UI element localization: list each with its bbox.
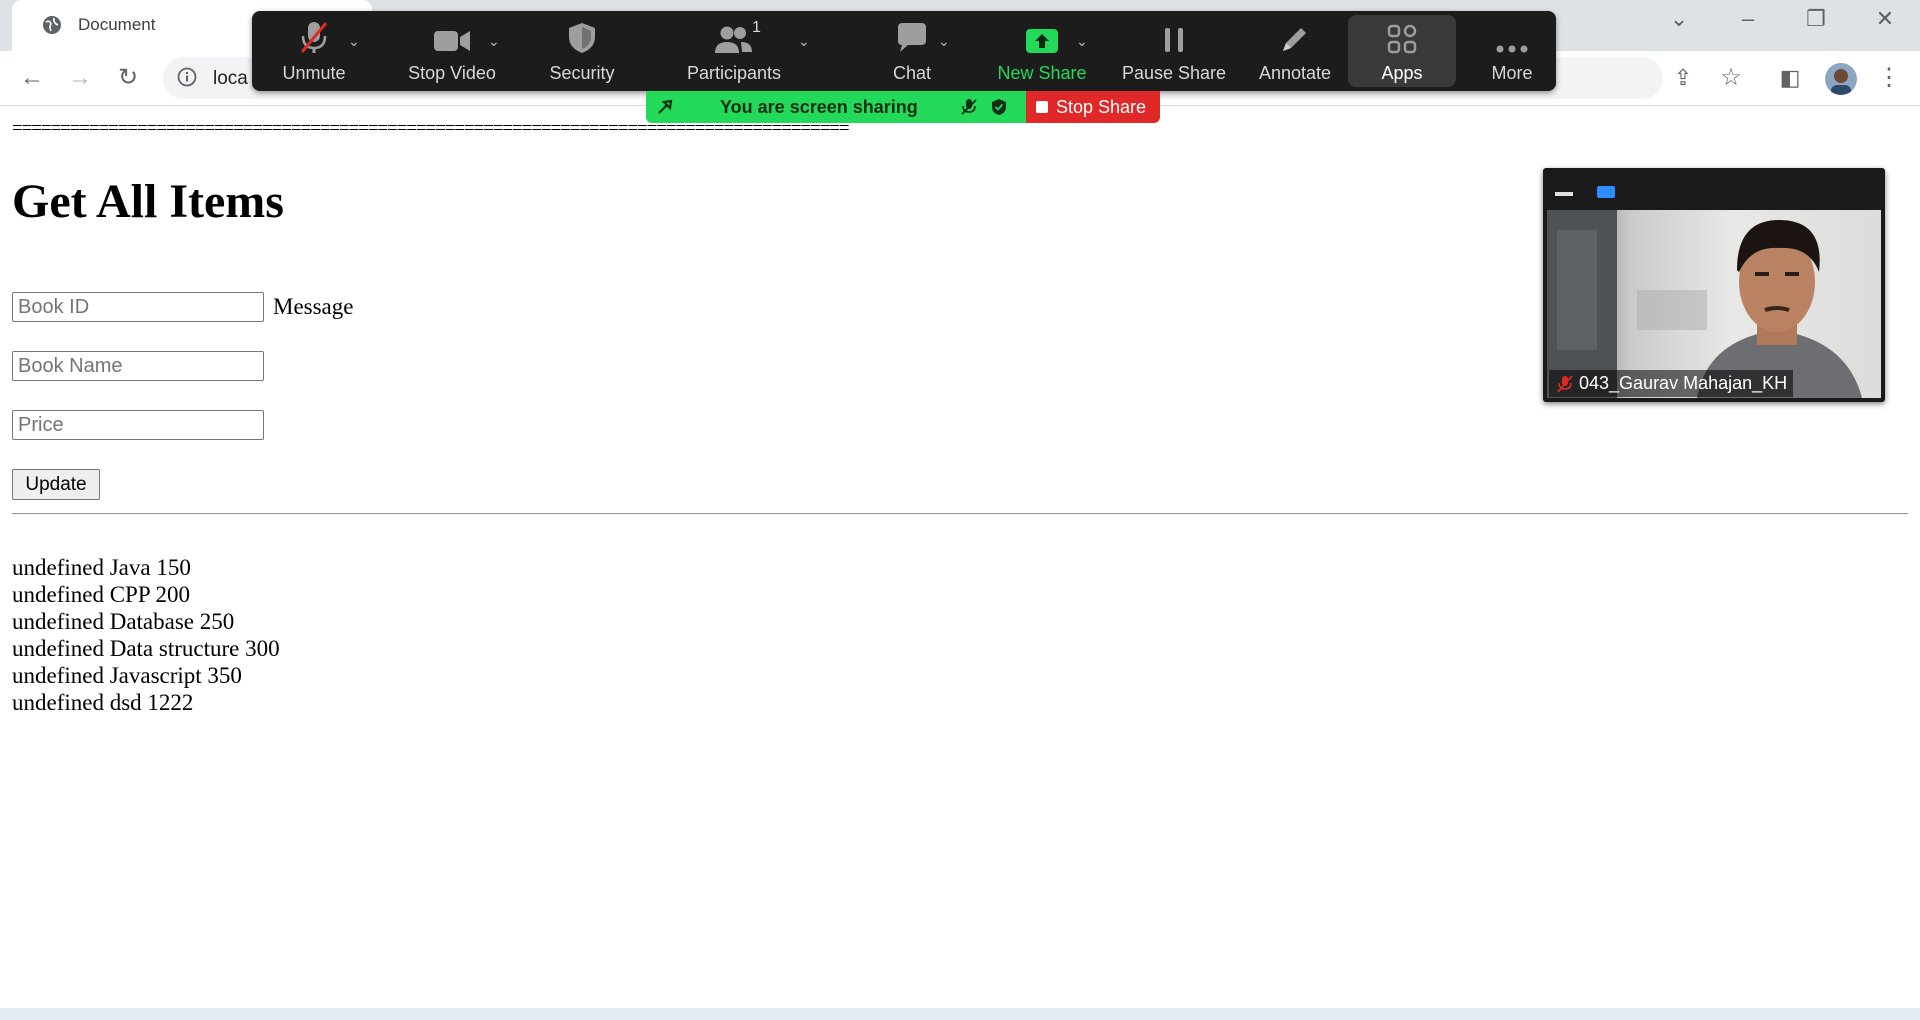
book-id-input[interactable]: Book ID (12, 292, 264, 322)
side-panel-icon[interactable]: ◧ (1776, 64, 1804, 92)
security-button[interactable]: Security (522, 11, 642, 91)
list-item: undefined dsd 1222 (12, 690, 194, 715)
pin-arrow-icon (658, 99, 673, 114)
url-text: loca (213, 68, 248, 89)
reload-icon[interactable]: ↻ (114, 64, 142, 92)
price-input[interactable]: Price (12, 410, 264, 440)
apps-button[interactable]: Apps (1348, 11, 1456, 91)
chat-button[interactable]: Chat (862, 11, 962, 91)
unmute-button[interactable]: Unmute (266, 11, 362, 91)
share-status-pill[interactable]: You are screen sharing (646, 91, 1026, 123)
restore-icon[interactable]: ❐ (1801, 6, 1831, 32)
security-label: Security (549, 63, 615, 83)
view-mode-icon[interactable] (1597, 186, 1615, 198)
chevron-up-icon[interactable]: ⌄ (798, 33, 810, 50)
globe-icon (43, 16, 61, 34)
list-item: undefined Database 250 (12, 609, 235, 634)
forward-icon[interactable]: → (66, 64, 94, 92)
minimize-icon[interactable]: – (1733, 6, 1763, 32)
chevron-up-icon[interactable]: ⌄ (348, 33, 360, 50)
annotate-button[interactable]: Annotate (1242, 11, 1348, 91)
chevron-up-icon[interactable]: ⌄ (938, 33, 950, 50)
participants-label: Participants (686, 63, 782, 83)
stop-square-icon (1036, 101, 1048, 113)
screen-share-bar: You are screen sharing Stop Share (646, 91, 1160, 123)
share-up-arrow-icon (1026, 29, 1058, 53)
chat-bubble-icon (898, 23, 926, 52)
stop-video-label: Stop Video (408, 63, 496, 83)
mic-muted-red-icon (1557, 375, 1573, 393)
chat-label: Chat (892, 63, 932, 83)
chevron-up-icon[interactable]: ⌄ (1076, 33, 1088, 50)
stop-share-button[interactable]: Stop Share (1026, 91, 1160, 123)
new-share-label: New Share (997, 63, 1087, 83)
pencil-icon (1283, 28, 1306, 51)
profile-avatar[interactable] (1825, 63, 1857, 95)
stop-share-label: Stop Share (1056, 97, 1147, 117)
share-page-icon[interactable]: ⇪ (1669, 64, 1697, 92)
apps-label: Apps (1381, 63, 1423, 83)
list-item: undefined Javascript 350 (12, 663, 242, 688)
apps-icon (1387, 24, 1417, 54)
horizontal-rule (12, 513, 1908, 515)
more-label: More (1491, 63, 1533, 83)
taskbar-edge (0, 1008, 1920, 1020)
book-name-input[interactable]: Book Name (12, 351, 264, 381)
list-item: undefined CPP 200 (12, 582, 191, 607)
menu-kebab-icon[interactable]: ⋮ (1875, 64, 1903, 92)
mic-muted-small-icon (961, 99, 977, 115)
info-icon (177, 67, 197, 87)
video-camera-icon (434, 31, 470, 51)
back-icon[interactable]: ← (18, 64, 46, 92)
stop-video-button[interactable]: Stop Video (392, 11, 512, 91)
pause-share-label: Pause Share (1121, 63, 1227, 83)
share-status-text: You are screen sharing (720, 97, 918, 117)
tab-search-icon[interactable]: ⌄ (1664, 6, 1694, 32)
message-label: Message (273, 294, 354, 319)
shield-icon (569, 23, 595, 53)
items-list: undefined Java 150 undefined CPP 200 und… (12, 554, 280, 716)
microphone-muted-icon (300, 22, 328, 53)
bookmark-star-icon[interactable]: ☆ (1717, 64, 1745, 92)
shield-check-icon (992, 99, 1006, 115)
annotate-label: Annotate (1258, 63, 1332, 83)
more-dots-icon (1496, 45, 1528, 53)
more-button[interactable]: More (1468, 11, 1556, 91)
close-icon[interactable]: ✕ (1870, 6, 1900, 32)
list-item: undefined Java 150 (12, 555, 191, 580)
participants-button[interactable]: Participants (664, 11, 804, 91)
tab-title: Document (78, 15, 156, 34)
participant-name: 043_Gaurav Mahajan_KH (1579, 373, 1788, 393)
participant-name-tag: 043_Gaurav Mahajan_KH (1549, 370, 1794, 397)
video-thumbnail-panel[interactable]: 043_Gaurav Mahajan_KH (1543, 168, 1885, 402)
list-item: undefined Data structure 300 (12, 636, 280, 661)
zoom-toolbar: Unmute ⌄ Stop Video ⌄ Security Participa… (252, 11, 1556, 91)
pause-icon (1165, 28, 1183, 52)
participants-count: 1 (752, 19, 761, 36)
minimize-video-icon[interactable] (1555, 192, 1573, 196)
new-share-button[interactable]: New Share (982, 11, 1102, 91)
chevron-up-icon[interactable]: ⌄ (488, 33, 500, 50)
page-title: Get All Items (12, 175, 284, 228)
participants-icon (715, 26, 752, 53)
pause-share-button[interactable]: Pause Share (1106, 11, 1242, 91)
unmute-label: Unmute (282, 63, 346, 83)
update-button[interactable]: Update (12, 469, 100, 500)
